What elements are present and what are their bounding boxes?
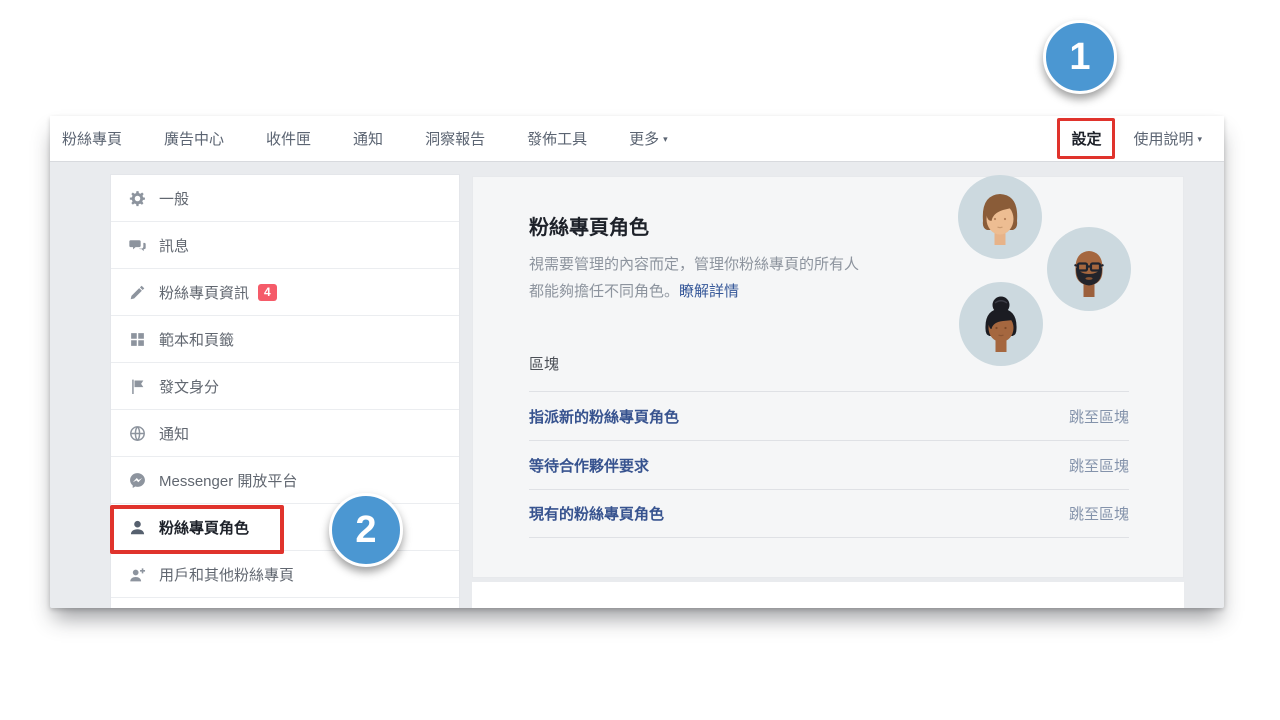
- sidebar-item-label: 用戶和其他粉絲專頁: [159, 564, 294, 585]
- sidebar-item-label: 粉絲專頁角色: [159, 517, 249, 538]
- nav-tab-insights[interactable]: 洞察報告: [425, 128, 485, 149]
- top-nav: 粉絲專頁 廣告中心 收件匣 通知 洞察報告 發佈工具 更多 ▾ 設定 使用說明 ▾: [50, 116, 1224, 162]
- annotation-step-2: 2: [329, 493, 403, 567]
- annotation-step-1: 1: [1043, 20, 1117, 94]
- sidebar-item-post-attribution[interactable]: 發文身分: [111, 363, 459, 410]
- settings-sidebar: 一般 訊息 粉絲專頁資訊 4 範本和頁籤: [110, 174, 460, 608]
- flag-icon: [129, 378, 146, 395]
- pencil-icon: [129, 284, 146, 301]
- section-link[interactable]: 現有的粉絲專頁角色: [529, 503, 664, 524]
- page-title: 粉絲專頁角色: [529, 211, 649, 240]
- sections-list: 指派新的粉絲專頁角色 跳至區塊 等待合作夥伴要求 跳至區塊 現有的粉絲專頁角色 …: [529, 391, 1129, 538]
- messenger-icon: [129, 472, 146, 489]
- sidebar-item-messaging[interactable]: 訊息: [111, 222, 459, 269]
- sections-heading: 區塊: [529, 353, 559, 374]
- nav-tab-publishing-tools[interactable]: 發佈工具: [527, 128, 587, 149]
- learn-more-link[interactable]: 瞭解詳情: [679, 283, 739, 300]
- nav-tab-ad-center[interactable]: 廣告中心: [164, 128, 224, 149]
- jump-to-section-link[interactable]: 跳至區塊: [1069, 503, 1129, 524]
- sidebar-item-label: 一般: [159, 188, 189, 209]
- nav-tab-notifications[interactable]: 通知: [353, 128, 383, 149]
- chevron-down-icon: ▾: [663, 134, 668, 144]
- chevron-down-icon: ▾: [1197, 134, 1202, 144]
- nav-more-label: 更多: [629, 131, 659, 148]
- grid-icon: [129, 331, 146, 348]
- next-section-panel: [472, 582, 1184, 608]
- nav-tab-settings[interactable]: 設定: [1071, 131, 1101, 148]
- sidebar-item-people-other-pages[interactable]: 用戶和其他粉絲專頁: [111, 551, 459, 598]
- sidebar-item-label: 發文身分: [159, 376, 219, 397]
- sidebar-item-label: 訊息: [159, 235, 189, 256]
- sidebar-item-label: 粉絲專頁資訊: [159, 282, 249, 303]
- sidebar-item-templates-tabs[interactable]: 範本和頁籤: [111, 316, 459, 363]
- avatar-woman-bun: [959, 282, 1043, 366]
- section-row-assign-new-role: 指派新的粉絲專頁角色 跳至區塊: [529, 391, 1129, 440]
- nav-right-group: 設定 使用說明 ▾: [1057, 118, 1202, 159]
- annotation-redbox-settings: 設定: [1057, 118, 1115, 159]
- nav-tab-more[interactable]: 更多 ▾: [629, 128, 668, 149]
- page: 粉絲專頁 廣告中心 收件匣 通知 洞察報告 發佈工具 更多▾ 設定 使用說明▾ …: [0, 0, 1280, 720]
- avatar-man-beard-glasses: [1047, 227, 1131, 311]
- nav-tab-pages[interactable]: 粉絲專頁: [62, 128, 122, 149]
- nav-help-label: 使用說明: [1133, 131, 1193, 148]
- facebook-settings-screenshot: 粉絲專頁 廣告中心 收件匣 通知 洞察報告 發佈工具 更多▾ 設定 使用說明▾ …: [50, 116, 1224, 608]
- sidebar-item-page-info[interactable]: 粉絲專頁資訊 4: [111, 269, 459, 316]
- jump-to-section-link[interactable]: 跳至區塊: [1069, 406, 1129, 427]
- sidebar-item-general[interactable]: 一般: [111, 175, 459, 222]
- description-line1: 視需要管理的內容而定，管理你粉絲專頁的所有人: [529, 256, 859, 273]
- page-description: 視需要管理的內容而定，管理你粉絲專頁的所有人 都能夠擔任不同角色。瞭解詳情: [529, 251, 969, 305]
- section-row-existing-roles: 現有的粉絲專頁角色 跳至區塊: [529, 489, 1129, 538]
- section-row-pending-partner-requests: 等待合作夥伴要求 跳至區塊: [529, 440, 1129, 489]
- person-icon: [129, 519, 146, 536]
- sidebar-item-notifications[interactable]: 通知: [111, 410, 459, 457]
- person-add-icon: [129, 566, 146, 583]
- nav-tab-inbox[interactable]: 收件匣: [266, 128, 311, 149]
- sidebar-item-messenger-platform[interactable]: Messenger 開放平台: [111, 457, 459, 504]
- description-line2: 都能夠擔任不同角色。: [529, 283, 679, 300]
- section-link[interactable]: 等待合作夥伴要求: [529, 455, 649, 476]
- globe-icon: [129, 425, 146, 442]
- section-link[interactable]: 指派新的粉絲專頁角色: [529, 406, 679, 427]
- jump-to-section-link[interactable]: 跳至區塊: [1069, 455, 1129, 476]
- sidebar-item-label: 通知: [159, 423, 189, 444]
- avatar-woman-bob: [958, 175, 1042, 259]
- sidebar-item-label: 範本和頁籤: [159, 329, 234, 350]
- sidebar-item-label: Messenger 開放平台: [159, 470, 297, 491]
- gear-icon: [129, 190, 146, 207]
- notification-badge: 4: [258, 284, 277, 301]
- nav-tab-help[interactable]: 使用說明 ▾: [1133, 128, 1202, 149]
- page-roles-panel: 粉絲專頁角色 視需要管理的內容而定，管理你粉絲專頁的所有人 都能夠擔任不同角色。…: [472, 176, 1184, 578]
- sidebar-item-page-roles[interactable]: 粉絲專頁角色: [111, 504, 459, 551]
- chat-icon: [129, 237, 146, 254]
